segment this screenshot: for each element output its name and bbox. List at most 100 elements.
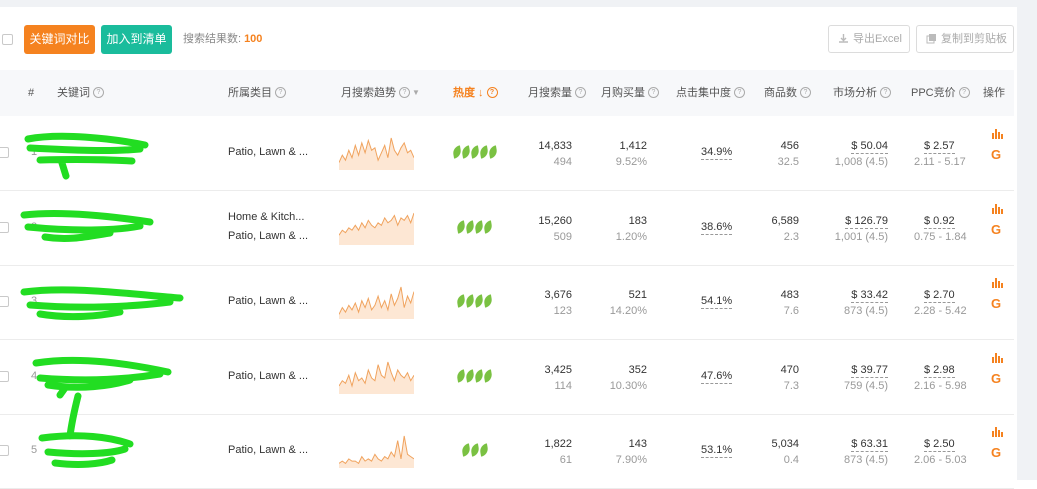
leaf-icon — [465, 220, 475, 234]
market-price-value[interactable]: $ 50.04 — [851, 140, 888, 154]
market-reviews-rating: 1,001 (4.5) — [834, 231, 888, 243]
monthly-search-sub: 61 — [559, 454, 572, 466]
column-category[interactable]: 所属类目? — [228, 70, 286, 116]
product-count-value: 470 — [780, 364, 799, 376]
leaf-icon — [460, 443, 471, 457]
monthly-search-value: 14,833 — [538, 140, 572, 152]
leaf-icon — [483, 294, 493, 308]
column-heat[interactable]: 热度 ↓? — [453, 70, 498, 116]
column-market-analysis[interactable]: 市场分析? — [833, 70, 891, 116]
monthly-search-sub: 494 — [553, 156, 572, 168]
monthly-purchase-value: 143 — [628, 438, 647, 450]
market-reviews-rating: 873 (4.5) — [843, 454, 888, 466]
bar-chart-icon[interactable] — [992, 129, 1004, 139]
monthly-purchase-value: 352 — [628, 364, 647, 376]
help-icon: ? — [734, 86, 745, 98]
trend-sparkline[interactable] — [339, 136, 414, 170]
trend-sparkline[interactable] — [339, 285, 414, 319]
redaction-stroke — [20, 286, 184, 321]
keyword-redaction-scribbles — [20, 132, 184, 468]
chevron-down-icon: ▼ — [412, 88, 420, 98]
copy-to-clipboard-button[interactable]: 复制到剪贴板 — [916, 25, 1014, 53]
row-category: Patio, Lawn & ... — [228, 230, 309, 242]
ppc-bid-value[interactable]: $ 2.70 — [924, 289, 955, 303]
monthly-search-sub: 114 — [554, 380, 572, 392]
leaf-icon — [456, 294, 466, 308]
leaf-icon — [474, 220, 484, 234]
google-icon[interactable]: G — [991, 147, 1001, 162]
bar-chart-icon[interactable] — [992, 204, 1004, 214]
monthly-search-sub: 509 — [553, 231, 572, 243]
column-monthly-purchase[interactable]: 月购买量? — [601, 70, 659, 116]
help-icon: ? — [399, 86, 410, 98]
click-concentration-value[interactable]: 34.9% — [701, 146, 733, 160]
sort-down-icon: ↓ — [475, 87, 484, 99]
column-monthly-search[interactable]: 月搜索量? — [528, 70, 586, 116]
product-count-value: 483 — [780, 289, 799, 301]
monthly-purchase-rate: 1.20% — [615, 231, 647, 243]
export-excel-label: 导出Excel — [853, 33, 902, 45]
market-price-value[interactable]: $ 33.42 — [851, 289, 888, 303]
click-concentration-value[interactable]: 53.1% — [701, 444, 733, 458]
ppc-bid-value[interactable]: $ 2.50 — [924, 438, 955, 452]
monthly-search-value: 15,260 — [538, 215, 572, 227]
leaf-icon — [478, 145, 489, 159]
leaf-icon — [483, 220, 493, 234]
export-excel-button[interactable]: 导出Excel — [828, 25, 910, 53]
ppc-bid-value[interactable]: $ 2.57 — [924, 140, 955, 154]
column-click-concentration[interactable]: 点击集中度? — [676, 70, 745, 116]
bar-chart-icon[interactable] — [992, 278, 1004, 288]
leaf-icon — [456, 369, 466, 383]
row-category: Patio, Lawn & ... — [228, 444, 309, 456]
column-actions: 操作 — [983, 87, 1005, 99]
monthly-purchase-rate: 10.30% — [609, 380, 647, 392]
product-count-value: 5,034 — [771, 438, 799, 450]
product-count-value: 456 — [780, 140, 799, 152]
monthly-purchase-rate: 14.20% — [609, 305, 647, 317]
leaf-icon — [483, 369, 493, 383]
leaf-icon — [469, 443, 480, 457]
ppc-bid-range: 2.11 - 5.17 — [914, 156, 966, 168]
click-concentration-value[interactable]: 47.6% — [701, 370, 733, 384]
ppc-bid-value[interactable]: $ 2.98 — [924, 364, 955, 378]
market-reviews-rating: 1,008 (4.5) — [834, 156, 888, 168]
google-icon[interactable]: G — [991, 222, 1001, 237]
google-icon[interactable]: G — [991, 371, 1001, 386]
trend-sparkline[interactable] — [339, 434, 414, 468]
monthly-search-value: 3,425 — [544, 364, 572, 376]
download-icon — [839, 34, 848, 43]
ppc-bid-range: 2.16 - 5.98 — [914, 380, 967, 392]
market-reviews-rating: 873 (4.5) — [843, 305, 888, 317]
trend-sparkline[interactable] — [339, 360, 414, 394]
leaf-icon — [460, 145, 471, 159]
column-product-count[interactable]: 商品数? — [764, 70, 811, 116]
google-icon[interactable]: G — [991, 445, 1001, 460]
bar-chart-icon[interactable] — [992, 427, 1004, 437]
ppc-bid-range: 2.28 - 5.42 — [914, 305, 967, 317]
click-concentration-value[interactable]: 54.1% — [701, 295, 733, 309]
monthly-search-value: 1,822 — [544, 438, 572, 450]
row-category: Patio, Lawn & ... — [228, 370, 309, 382]
redaction-stroke — [38, 392, 134, 468]
leaf-icon — [451, 145, 462, 159]
click-concentration-value[interactable]: 38.6% — [701, 221, 733, 235]
google-icon[interactable]: G — [991, 296, 1001, 311]
column-trend[interactable]: 月搜索趋势? ▼ — [341, 70, 420, 116]
results-number: 100 — [244, 33, 263, 45]
leaf-icon — [465, 369, 475, 383]
help-icon: ? — [486, 86, 498, 98]
market-price-value[interactable]: $ 39.77 — [851, 364, 888, 378]
product-count-sub: 7.6 — [783, 305, 799, 317]
ppc-bid-value[interactable]: $ 0.92 — [924, 215, 955, 229]
bar-chart-icon[interactable] — [992, 353, 1004, 363]
product-count-sub: 0.4 — [783, 454, 799, 466]
market-price-value[interactable]: $ 126.79 — [845, 215, 888, 229]
column-ppc[interactable]: PPC竞价? — [911, 70, 970, 116]
leaf-icon — [474, 294, 484, 308]
monthly-search-sub: 123 — [553, 305, 572, 317]
market-price-value[interactable]: $ 63.31 — [851, 438, 888, 452]
trend-sparkline[interactable] — [339, 211, 414, 245]
ppc-bid-range: 0.75 - 1.84 — [914, 231, 967, 243]
product-count-sub: 32.5 — [777, 156, 799, 168]
leaf-icon — [474, 369, 484, 383]
